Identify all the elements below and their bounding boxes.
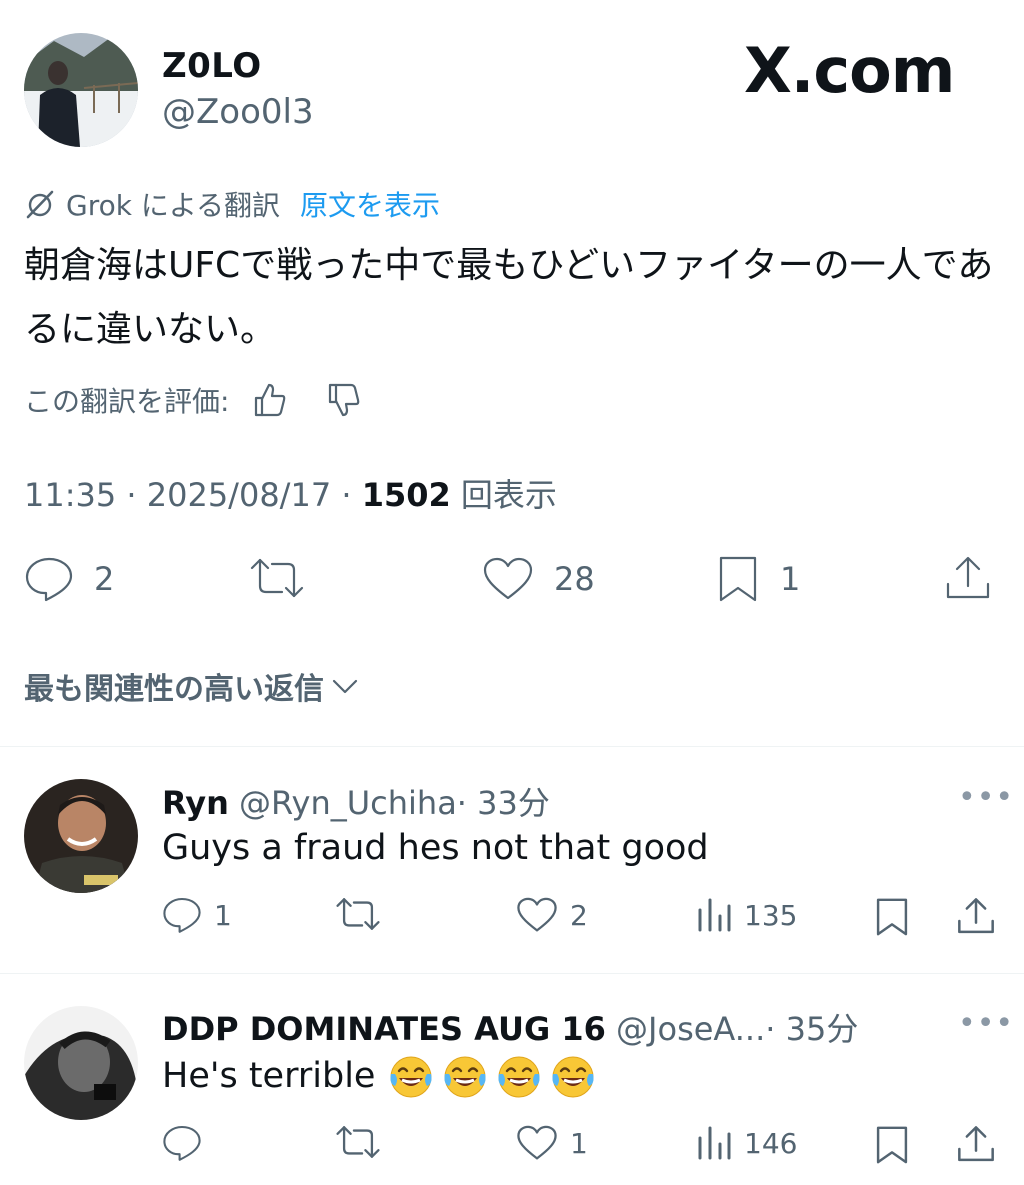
tweet-meta: 11:35 · 2025/08/17 · 1502 回表示 [24, 470, 557, 516]
reply-author-handle[interactable]: @Ryn_Uchiha [239, 784, 457, 822]
view-count-label: 回表示 [450, 476, 557, 514]
views-icon [696, 1124, 732, 1162]
reply-repost-button[interactable] [334, 1124, 394, 1160]
reply-share-button[interactable] [956, 896, 996, 936]
grok-icon [24, 188, 56, 220]
reply-avatar[interactable] [24, 779, 138, 893]
reply-reply-button[interactable]: 1 [162, 896, 232, 934]
replies-sort-label: 最も関連性の高い返信 [24, 672, 324, 707]
reply-button[interactable]: 2 [24, 556, 114, 602]
like-icon [516, 896, 558, 934]
author-name[interactable]: Z0LO [162, 46, 262, 86]
bookmark-icon [874, 896, 910, 938]
reply-views-button[interactable]: 135 [696, 896, 797, 934]
reply-like-button[interactable]: 1 [516, 1124, 588, 1162]
view-count: 1502 [361, 476, 451, 514]
reply-like-button[interactable]: 2 [516, 896, 588, 934]
like-icon [482, 556, 534, 602]
bookmark-count: 1 [780, 560, 801, 598]
translation-row: Grok による翻訳 原文を表示 [24, 184, 440, 224]
show-original-link[interactable]: 原文を表示 [300, 184, 440, 224]
reply-author-handle[interactable]: @JoseA... [616, 1010, 765, 1048]
reply-icon [24, 556, 74, 602]
reply-author-name[interactable]: DDP DOMINATES AUG 16 [162, 1010, 606, 1048]
reply-bookmark-button[interactable] [874, 1124, 910, 1166]
reply-share-button[interactable] [956, 1124, 996, 1164]
reply-header: Ryn @Ryn_Uchiha· 33分 [162, 778, 550, 824]
brand-logo: X.com [744, 34, 955, 107]
reply-icon [162, 896, 202, 934]
share-icon [956, 896, 996, 936]
more-options-button[interactable]: ••• [958, 1006, 1014, 1041]
reply-author-name[interactable]: Ryn [162, 784, 229, 822]
thumbs-up-icon[interactable] [251, 381, 289, 419]
repost-icon [334, 896, 382, 932]
share-icon [956, 1124, 996, 1164]
reply-reply-button[interactable] [162, 1124, 214, 1162]
bookmark-button[interactable]: 1 [716, 554, 800, 604]
author-handle[interactable]: @Zoo0l3 [162, 92, 314, 132]
author-avatar[interactable] [24, 33, 138, 147]
views-icon [696, 896, 732, 934]
reply-text: Guys a fraud hes not that good [162, 828, 709, 868]
laughing-emoji-icon [441, 1054, 489, 1100]
emoji-row [387, 1056, 603, 1098]
tweet-timestamp[interactable]: 11:35 · 2025/08/17 · [24, 476, 362, 514]
repost-icon [248, 556, 306, 600]
reply-count: 2 [94, 560, 115, 598]
chevron-down-icon [330, 674, 360, 698]
rate-translation-row: この翻訳を評価: [24, 380, 363, 420]
laughing-emoji-icon [495, 1054, 543, 1100]
thumbs-down-icon[interactable] [325, 381, 363, 419]
more-options-button[interactable]: ••• [958, 780, 1014, 815]
reply-avatar[interactable] [24, 1006, 138, 1120]
tweet-text: 朝倉海はUFCで戦った中で最もひどいファイターの一人であるに違いない。 [24, 245, 994, 350]
reply-repost-button[interactable] [334, 896, 394, 932]
reply-header: DDP DOMINATES AUG 16 @JoseA...· 35分 [162, 1004, 858, 1050]
replies-sort-dropdown[interactable]: 最も関連性の高い返信 [24, 664, 360, 708]
like-count: 2 [570, 898, 588, 932]
like-button[interactable]: 28 [482, 556, 595, 602]
reply-count: 1 [214, 898, 232, 932]
reply-time[interactable]: · 33分 [457, 784, 550, 822]
divider [0, 746, 1024, 747]
reply-time[interactable]: · 35分 [765, 1010, 858, 1048]
reply-icon [162, 1124, 202, 1162]
bookmark-icon [874, 1124, 910, 1166]
laughing-emoji-icon [387, 1054, 435, 1100]
laughing-emoji-icon [549, 1054, 597, 1100]
share-button[interactable] [944, 554, 992, 602]
share-icon [944, 554, 992, 602]
repost-icon [334, 1124, 382, 1160]
like-count: 1 [570, 1126, 588, 1160]
like-count: 28 [554, 560, 595, 598]
bookmark-icon [716, 554, 760, 604]
reply-text: He's terrible [162, 1056, 387, 1096]
rate-translation-label: この翻訳を評価: [24, 385, 230, 418]
translated-by-label: Grok による翻訳 [66, 189, 281, 222]
reply-text-row: He's terrible [162, 1054, 603, 1100]
view-count: 146 [744, 1126, 798, 1160]
like-icon [516, 1124, 558, 1162]
divider [0, 973, 1024, 974]
reply-views-button[interactable]: 146 [696, 1124, 797, 1162]
view-count: 135 [744, 898, 798, 932]
repost-button[interactable] [248, 556, 326, 600]
reply-bookmark-button[interactable] [874, 896, 910, 938]
